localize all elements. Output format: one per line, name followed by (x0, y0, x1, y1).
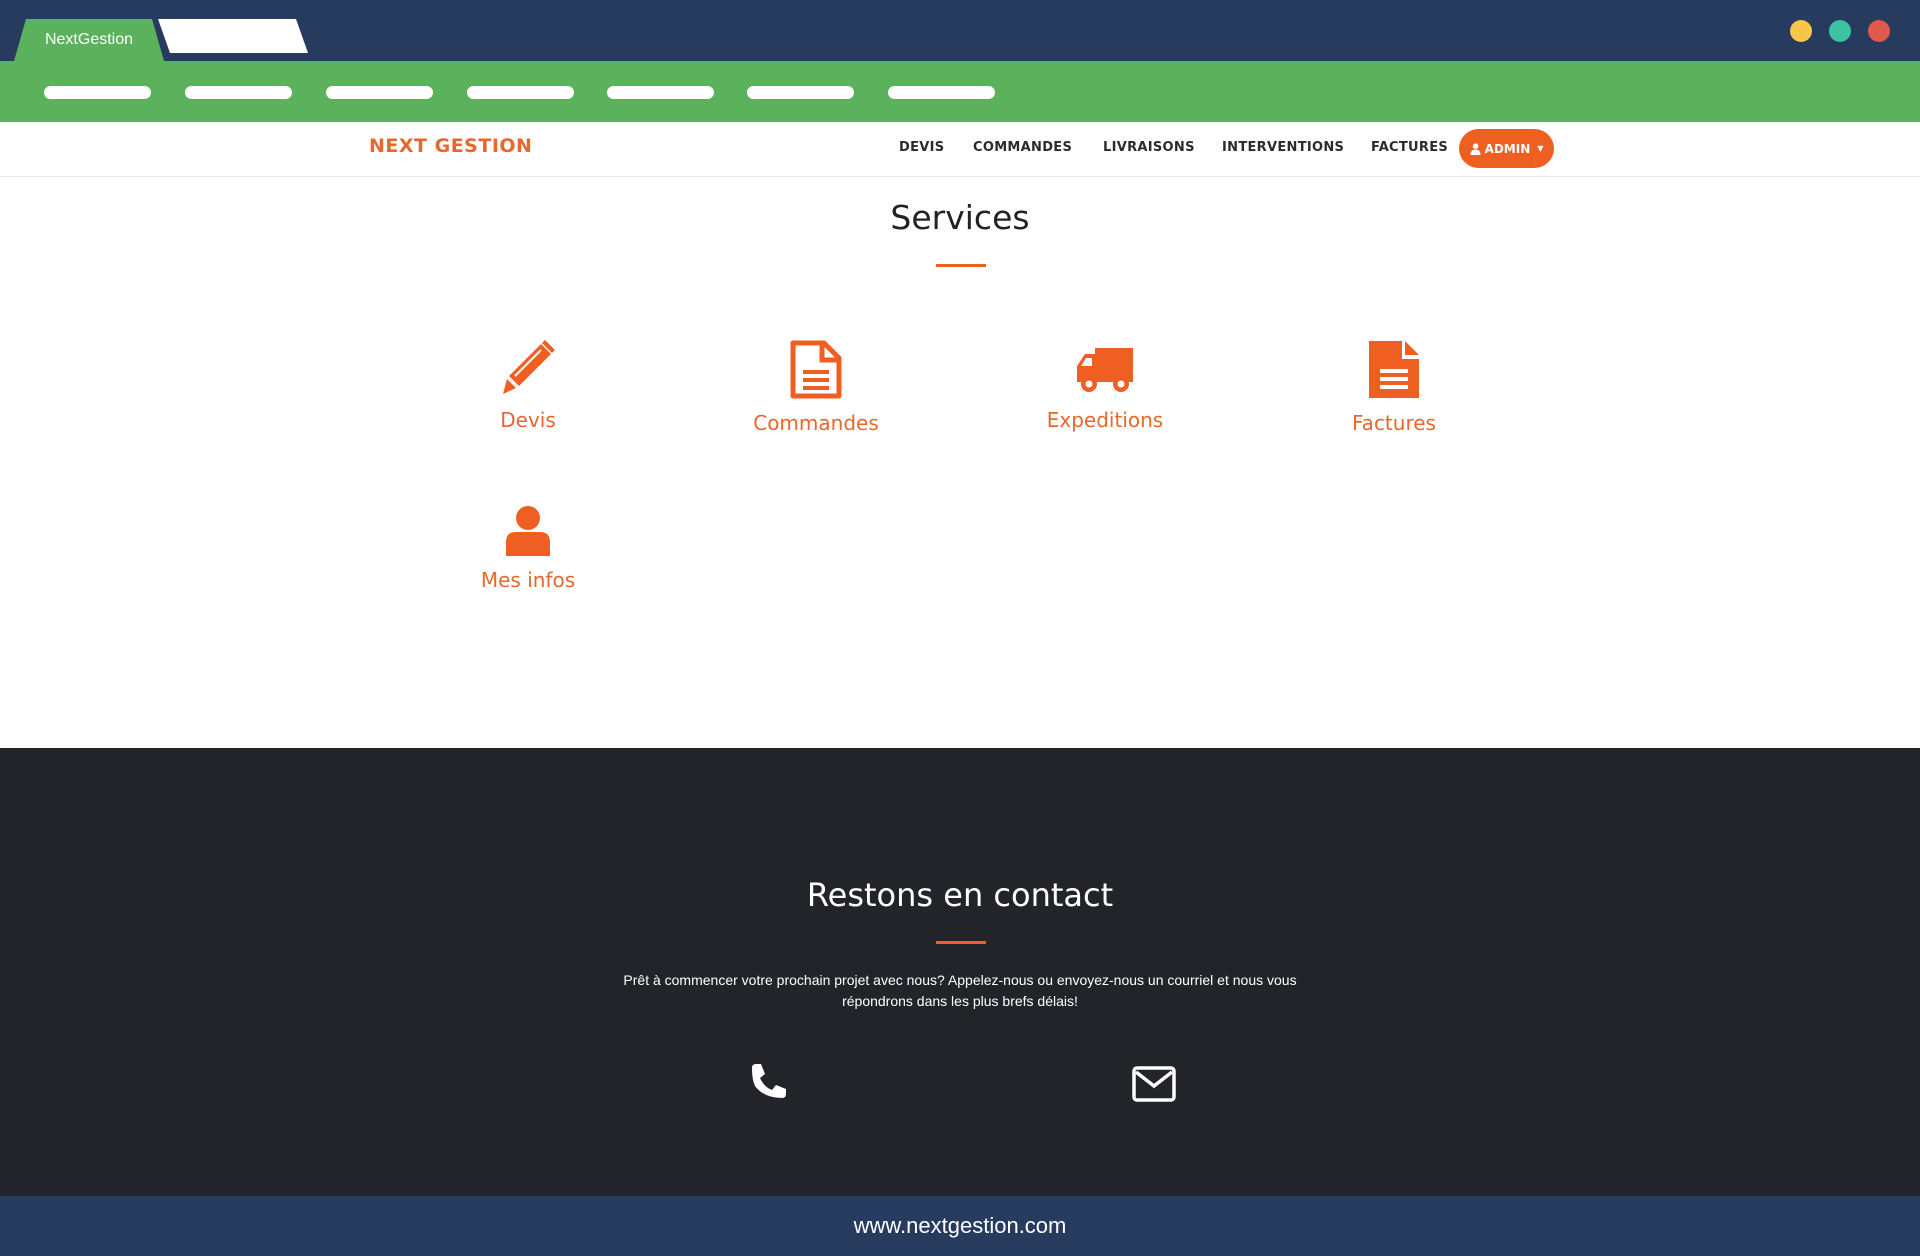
admin-label: ADMIN (1484, 141, 1531, 156)
browser-tab-active[interactable]: NextGestion (14, 19, 164, 61)
contact-section: Restons en contact Prêt à commencer votr… (0, 748, 1920, 1196)
bookmark-bar (0, 61, 1920, 122)
service-commandes[interactable]: Commandes (686, 340, 946, 435)
nav-link-devis[interactable]: DEVIS (899, 140, 944, 155)
pencil-icon (503, 340, 555, 394)
bookmark-placeholder[interactable] (185, 86, 292, 99)
brand-logo[interactable]: NEXT GESTION (369, 135, 532, 157)
close-dot[interactable] (1868, 20, 1890, 42)
nav-link-commandes[interactable]: COMMANDES (973, 140, 1072, 155)
service-expeditions[interactable]: Expeditions (975, 340, 1235, 432)
phone-icon[interactable] (748, 1062, 788, 1106)
bookmark-placeholder[interactable] (326, 86, 433, 99)
footer-url[interactable]: www.nextgestion.com (854, 1213, 1067, 1239)
service-label: Expeditions (1046, 408, 1164, 432)
browser-tab-new[interactable] (158, 19, 308, 53)
service-label: Commandes (753, 411, 879, 435)
service-mes-infos[interactable]: Mes infos (398, 506, 658, 592)
nav-link-interventions[interactable]: INTERVENTIONS (1222, 140, 1344, 155)
service-label: Factures (1352, 411, 1436, 435)
services-title: Services (890, 198, 1030, 237)
bookmark-placeholder[interactable] (467, 86, 574, 99)
admin-dropdown-button[interactable]: ADMIN ▼ (1459, 129, 1554, 168)
site-navbar: NEXT GESTION DEVIS COMMANDES LIVRAISONS … (0, 122, 1920, 177)
footer-bar: www.nextgestion.com (0, 1196, 1920, 1256)
maximize-dot[interactable] (1829, 20, 1851, 42)
document-filled-icon (1369, 341, 1419, 398)
service-label: Mes infos (480, 568, 576, 592)
service-label: Devis (500, 408, 556, 432)
title-underline (936, 264, 986, 267)
nav-link-livraisons[interactable]: LIVRAISONS (1103, 140, 1195, 155)
bookmark-placeholder[interactable] (607, 86, 714, 99)
service-devis[interactable]: Devis (398, 340, 658, 432)
contact-title: Restons en contact (806, 876, 1114, 914)
envelope-icon[interactable] (1132, 1066, 1176, 1106)
caret-down-icon: ▼ (1537, 144, 1544, 153)
minimize-dot[interactable] (1790, 20, 1812, 42)
browser-title-bar: NextGestion (0, 0, 1920, 61)
user-icon (506, 506, 550, 556)
bookmark-placeholder[interactable] (888, 86, 995, 99)
contact-description: Prêt à commencer votre prochain projet a… (623, 972, 1297, 1009)
title-underline (936, 941, 986, 944)
nav-link-factures[interactable]: FACTURES (1371, 140, 1448, 155)
browser-tab-title: NextGestion (44, 31, 134, 48)
truck-icon (1077, 348, 1133, 392)
user-icon (1470, 142, 1481, 155)
service-factures[interactable]: Factures (1264, 340, 1524, 435)
document-outline-icon (790, 340, 842, 399)
bookmark-placeholder[interactable] (747, 86, 854, 99)
bookmark-placeholder[interactable] (44, 86, 151, 99)
